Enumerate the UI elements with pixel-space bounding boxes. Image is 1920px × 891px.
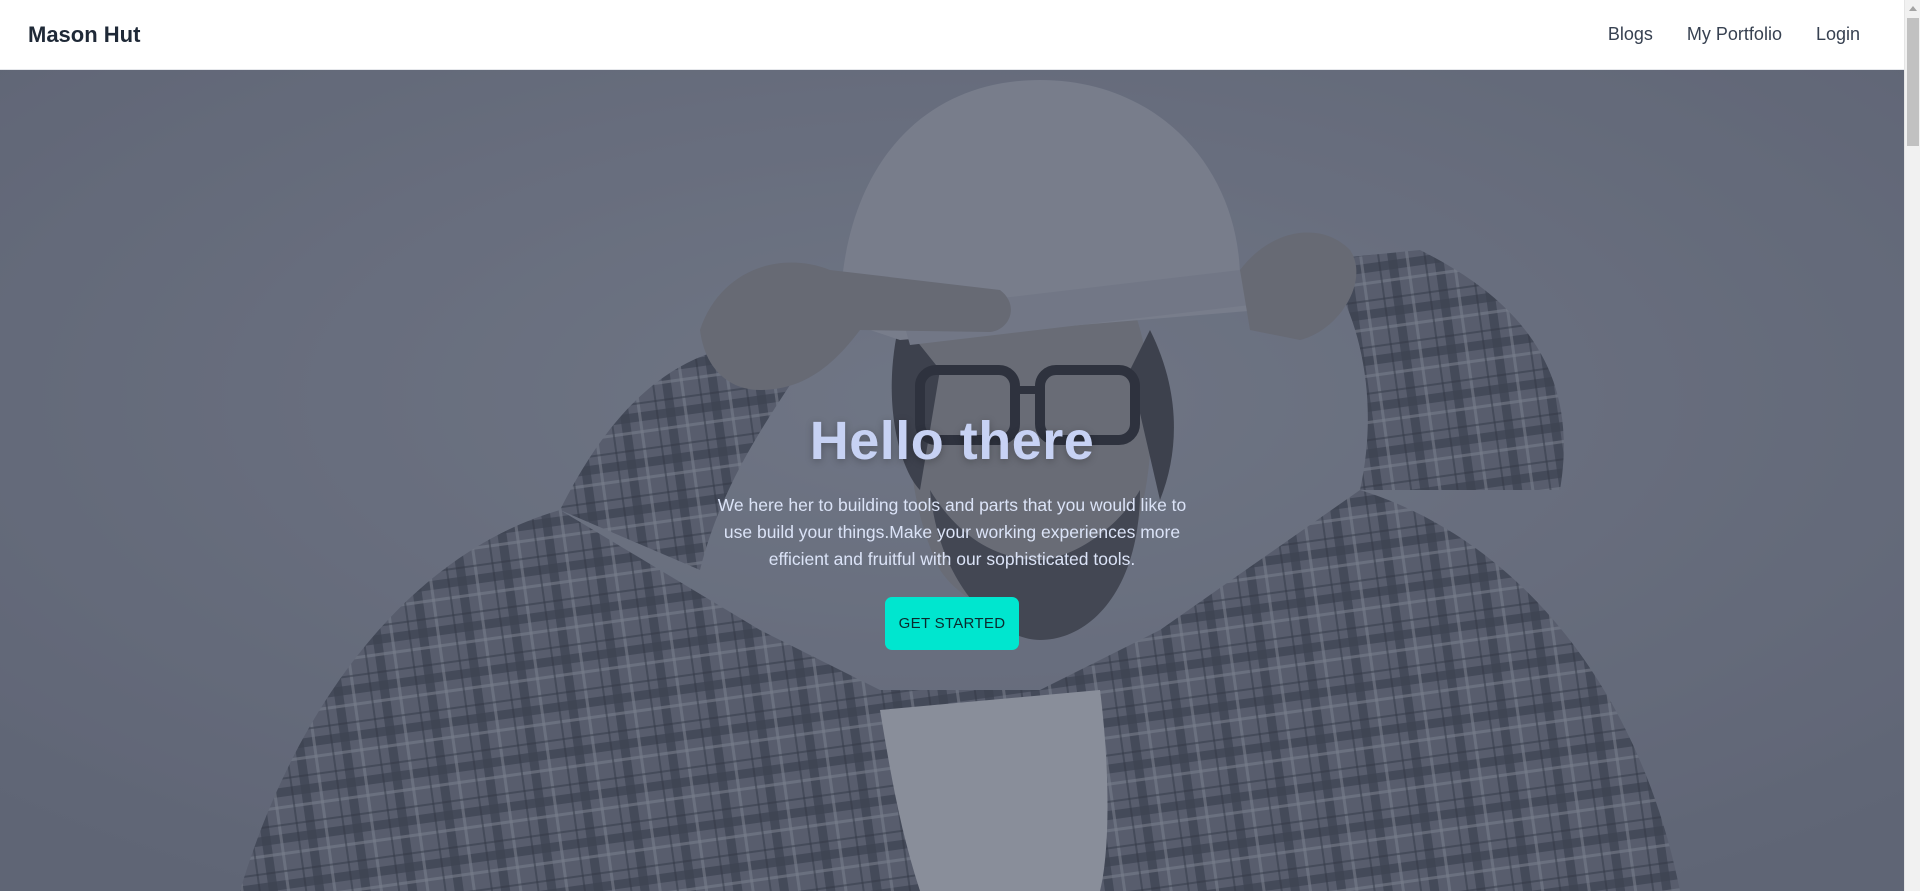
brand-logo-link[interactable]: Mason Hut: [28, 22, 140, 48]
nav-link-my-portfolio[interactable]: My Portfolio: [1670, 24, 1799, 45]
page-scrollbar[interactable]: [1904, 0, 1920, 891]
get-started-button[interactable]: GET STARTED: [885, 597, 1019, 650]
hero-section: Hello there We here her to building tool…: [0, 70, 1904, 891]
nav-link-blogs[interactable]: Blogs: [1591, 24, 1670, 45]
hero-description: We here her to building tools and parts …: [717, 495, 1187, 569]
scroll-up-arrow-icon[interactable]: [1905, 0, 1920, 16]
nav-links: Blogs My Portfolio Login: [1591, 24, 1876, 45]
hero-content: Hello there We here her to building tool…: [0, 70, 1904, 891]
hero-title: Hello there: [809, 411, 1095, 471]
nav-link-login[interactable]: Login: [1799, 24, 1876, 45]
scrollbar-thumb[interactable]: [1907, 18, 1919, 146]
top-navbar: Mason Hut Blogs My Portfolio Login: [0, 0, 1904, 70]
